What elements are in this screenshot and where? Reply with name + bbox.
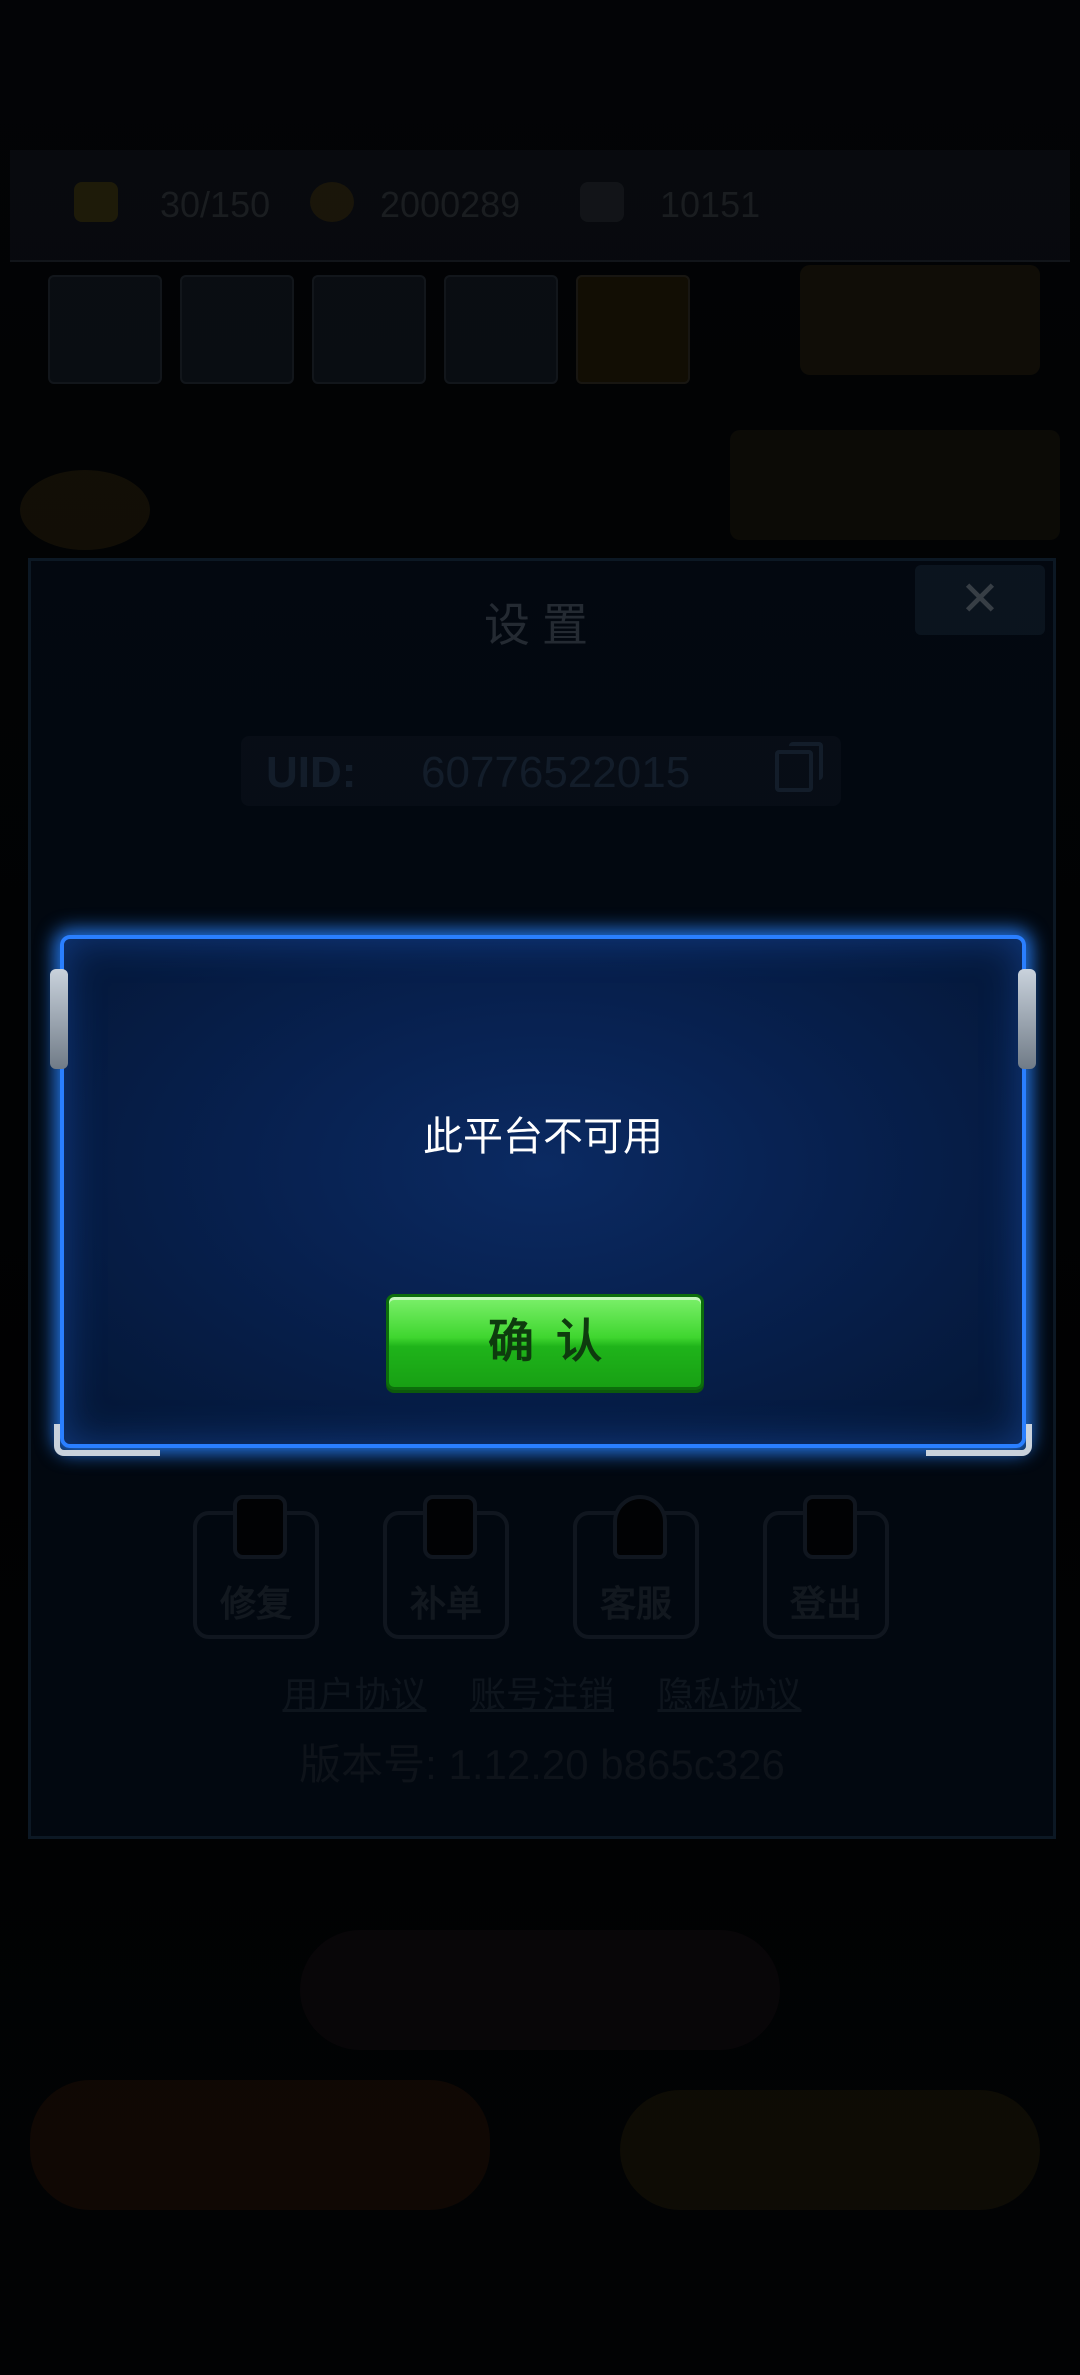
corner-bottom-left [54, 1424, 160, 1456]
alert-message: 此平台不可用 [423, 1114, 663, 1160]
left-clip [50, 969, 68, 1069]
alert-dialog: 此平台不可用 确认 [50, 935, 1036, 1456]
right-clip [1018, 969, 1036, 1069]
corner-bottom-right [926, 1424, 1032, 1456]
confirm-button[interactable]: 确认 [386, 1294, 704, 1390]
